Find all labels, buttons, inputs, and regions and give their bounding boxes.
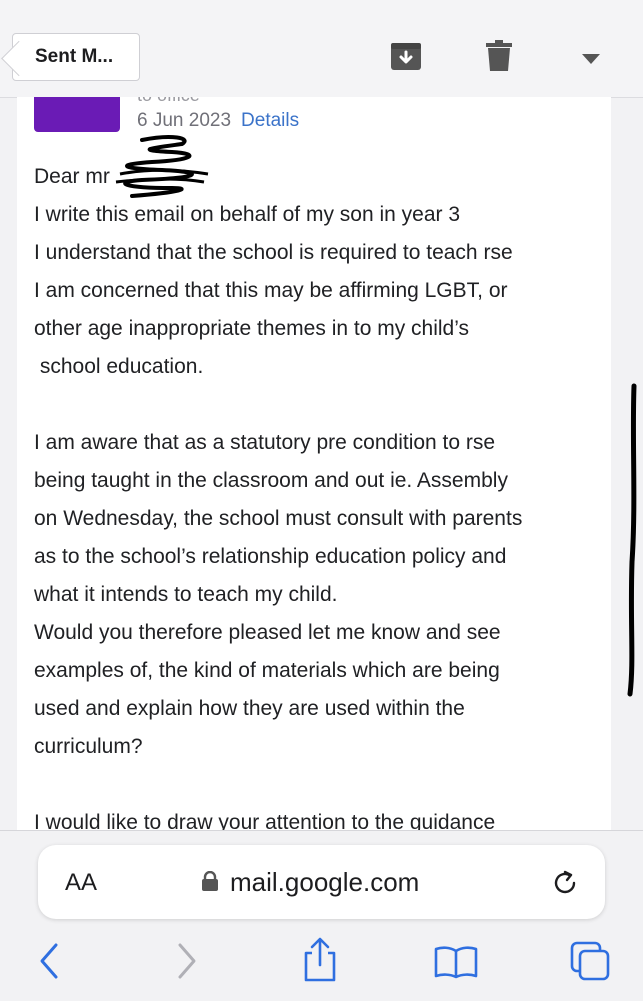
body-line: used and explain how they are used withi…	[34, 697, 465, 720]
scroll-indicator	[627, 383, 637, 697]
body-line: I would like to draw your attention to t…	[34, 811, 496, 830]
body-line: being taught in the classroom and out ie…	[34, 469, 508, 492]
lock-icon	[202, 870, 218, 896]
email-date: 6 Jun 2023	[137, 110, 232, 131]
body-line: examples of, the kind of materials which…	[34, 659, 500, 682]
forward-arrow-icon[interactable]	[176, 941, 198, 986]
email-message: Dear mr I write this email on behalf of …	[34, 158, 609, 830]
address-bar[interactable]: AA mail.google.com	[38, 845, 605, 919]
body-line: I am aware that as a statutory pre condi…	[34, 431, 496, 454]
email-body-card: to office 6 Jun 2023 Details Dear mr I wr…	[17, 97, 611, 830]
bookmarks-icon[interactable]	[434, 945, 478, 984]
archive-icon[interactable]	[390, 40, 422, 77]
redaction-scribble	[115, 135, 209, 198]
chevron-down-icon[interactable]	[582, 52, 600, 70]
back-button-label: Sent M...	[35, 46, 114, 67]
sender-avatar	[34, 97, 120, 132]
body-line: what it intends to teach my child.	[34, 583, 338, 606]
back-to-sent-button[interactable]: Sent M...	[1, 33, 140, 81]
tabs-icon[interactable]	[570, 941, 612, 988]
share-icon[interactable]	[302, 937, 338, 988]
back-chevron-shape	[1, 40, 37, 77]
mail-toolbar: Sent M...	[0, 0, 643, 98]
email-date-row: 6 Jun 2023 Details	[137, 110, 299, 132]
browser-bottom-bar: AA mail.google.com	[0, 830, 643, 1001]
body-line: school education.	[34, 355, 204, 378]
body-line: curriculum?	[34, 735, 143, 758]
body-line: as to the school’s relationship educatio…	[34, 545, 507, 568]
body-line: I am concerned that this may be affirmin…	[34, 279, 508, 302]
reload-icon[interactable]	[552, 869, 580, 902]
body-line: other age inappropriate themes in to my …	[34, 317, 470, 340]
back-arrow-icon[interactable]	[38, 941, 60, 986]
text-size-button[interactable]: AA	[65, 869, 97, 897]
body-line: I understand that the school is required…	[34, 241, 513, 264]
details-link[interactable]: Details	[241, 110, 299, 131]
trash-icon[interactable]	[486, 40, 512, 77]
body-line: Would you therefore pleased let me know …	[34, 621, 501, 644]
recipient-line: to office	[137, 97, 200, 106]
url-display: mail.google.com	[230, 867, 420, 897]
body-line: on Wednesday, the school must consult wi…	[34, 507, 523, 530]
